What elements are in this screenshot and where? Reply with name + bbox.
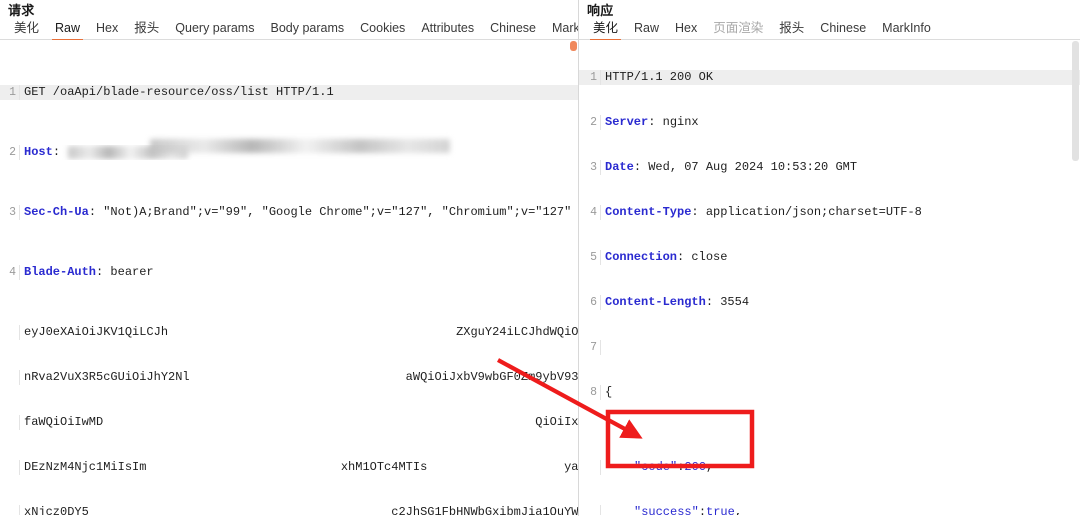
header-value: Wed, 07 Aug 2024 10:53:20 GMT — [641, 160, 858, 174]
code-line: faWQiOiIwMD QiOiIxMTIzNTk40 — [0, 415, 578, 430]
line-text: eyJ0eXAiOiJKV1QiLCJh ZXguY24iLCJhdWQiOls… — [24, 325, 578, 339]
line-text: faWQiOiIwMD QiOiIxMTIzNTk40 — [24, 415, 578, 429]
header-key: Host — [24, 145, 53, 159]
request-code-area[interactable]: 1 GET /oaApi/blade-resource/oss/list HTT… — [0, 40, 578, 515]
line-number: 3 — [9, 206, 16, 219]
header-key: Date — [605, 160, 634, 174]
response-tabbar: 美化 Raw Hex 页面渲染 报头 Chinese MarkInfo — [579, 19, 1080, 41]
response-scrollbar-thumb[interactable] — [1072, 41, 1079, 161]
tab-request-chinese[interactable]: Chinese — [482, 19, 544, 40]
tab-request-body-params[interactable]: Body params — [262, 19, 352, 40]
line-number: 2 — [590, 116, 597, 129]
code-line: eyJ0eXAiOiJKV1QiLCJh ZXguY24iLCJhdWQiOls… — [0, 139, 578, 340]
line-number: 1 — [9, 86, 16, 99]
tab-response-headers[interactable]: 报头 — [771, 19, 812, 40]
line-number: 4 — [590, 206, 597, 219]
response-panel: 响应 美化 Raw Hex 页面渲染 报头 Chinese MarkInfo 1… — [579, 0, 1080, 516]
response-panel-title: 响应 — [587, 3, 614, 18]
header-key: Content-Length — [605, 295, 706, 309]
response-code-area[interactable]: 1 HTTP/1.1 200 OK 2 Server: nginx 3 Date… — [579, 40, 1080, 515]
request-panel: 请求 美化 Raw Hex 报头 Query params Body param… — [0, 0, 579, 516]
header-key: Server — [605, 115, 649, 129]
code-line: 5 Connection: close — [579, 250, 1080, 265]
code-line: xNjcz0DY5 c2JhSG1FbHNWbGxibmJia1QuYW11Ij… — [0, 505, 578, 515]
tab-response-page-render[interactable]: 页面渲染 — [705, 19, 771, 40]
code-line: 4 Blade-Auth: bearer — [0, 265, 578, 280]
json-key: "code" — [634, 460, 678, 474]
header-key: Blade-Auth — [24, 265, 97, 279]
header-key: Sec-Ch-Ua — [24, 205, 89, 219]
header-value: application/json;charset=UTF-8 — [698, 205, 922, 219]
tab-request-headers[interactable]: 报头 — [126, 19, 167, 40]
tab-response-markinfo[interactable]: MarkInfo — [874, 19, 939, 40]
code-line: 4 Content-Type: application/json;charset… — [579, 205, 1080, 220]
line-number: 5 — [590, 251, 597, 264]
line-text: HTTP/1.1 200 OK — [605, 70, 714, 84]
code-line: 2 Server: nginx — [579, 115, 1080, 130]
request-scrollbar-thumb[interactable] — [570, 41, 577, 51]
code-line: 7 — [579, 340, 1080, 355]
code-line: 2 Host: — [0, 145, 578, 160]
tab-response-hex[interactable]: Hex — [667, 19, 705, 40]
code-line: 6 Content-Length: 3554 — [579, 295, 1080, 310]
tab-request-cookies[interactable]: Cookies — [352, 19, 413, 40]
request-panel-title: 请求 — [8, 3, 35, 18]
code-line: 1 HTTP/1.1 200 OK — [579, 70, 1080, 85]
header-value: bearer — [103, 265, 154, 279]
line-text: DEzNzM4Njc1MiIsIm xhM1OTc4MTIs ya21kIjoi… — [24, 460, 578, 474]
line-number: 1 — [590, 71, 597, 84]
code-line: nRva2VuX3R5cGUiOiJhY2Nl aWQiOiJxbV9wbGF0… — [0, 370, 578, 385]
request-scrollbar[interactable] — [569, 41, 578, 516]
tab-response-chinese[interactable]: Chinese — [812, 19, 874, 40]
header-value: "Not)A;Brand";v="99", "Google Chrome";v=… — [96, 205, 572, 219]
tab-request-query-params[interactable]: Query params — [167, 19, 262, 40]
line-text: xNjcz0DY5 c2JhSG1FbHNWbGxibmJia1QuYW11Ij… — [24, 505, 578, 515]
json-value: true — [706, 505, 735, 515]
tab-request-markinfo[interactable]: MarkInfo — [544, 19, 578, 40]
code-line: 3 Date: Wed, 07 Aug 2024 10:53:20 GMT — [579, 160, 1080, 175]
line-text: { — [605, 385, 613, 399]
code-line: "code":200, — [579, 460, 1080, 475]
line-number: 4 — [9, 266, 16, 279]
header-value: nginx — [655, 115, 699, 129]
line-number: 8 — [590, 386, 597, 399]
line-number: 6 — [590, 296, 597, 309]
tab-request-attributes[interactable]: Attributes — [413, 19, 482, 40]
tab-request-hex[interactable]: Hex — [88, 19, 126, 40]
line-text: nRva2VuX3R5cGUiOiJhY2Nl aWQiOiJxbV9wbGF0… — [24, 370, 578, 384]
header-value: close — [684, 250, 728, 264]
header-key: Connection — [605, 250, 678, 264]
json-key: "success" — [634, 505, 699, 515]
redaction-blur — [68, 146, 188, 159]
code-line: "success":true, — [579, 505, 1080, 515]
header-value: 3554 — [713, 295, 750, 309]
request-tabbar: 美化 Raw Hex 报头 Query params Body params C… — [0, 19, 578, 41]
json-value: 200 — [684, 460, 707, 474]
tab-request-raw[interactable]: Raw — [47, 19, 88, 41]
tab-request-beautify[interactable]: 美化 — [6, 19, 47, 40]
tab-response-beautify[interactable]: 美化 — [585, 19, 626, 41]
response-scrollbar[interactable] — [1071, 41, 1080, 516]
code-line: DEzNzM4Njc1MiIsIm xhM1OTc4MTIs ya21kIjoi… — [0, 460, 578, 475]
code-line: 3 Sec-Ch-Ua: "Not)A;Brand";v="99", "Goog… — [0, 205, 578, 220]
code-line: 8 { — [579, 385, 1080, 400]
code-line: 1 GET /oaApi/blade-resource/oss/list HTT… — [0, 85, 578, 100]
line-number: 7 — [590, 341, 597, 354]
line-text: GET /oaApi/blade-resource/oss/list HTTP/… — [24, 85, 334, 99]
line-number: 2 — [9, 146, 16, 159]
line-number: 3 — [590, 161, 597, 174]
http-inspector-window: 请求 美化 Raw Hex 报头 Query params Body param… — [0, 0, 1080, 516]
tab-response-raw[interactable]: Raw — [626, 19, 667, 40]
header-key: Content-Type — [605, 205, 692, 219]
